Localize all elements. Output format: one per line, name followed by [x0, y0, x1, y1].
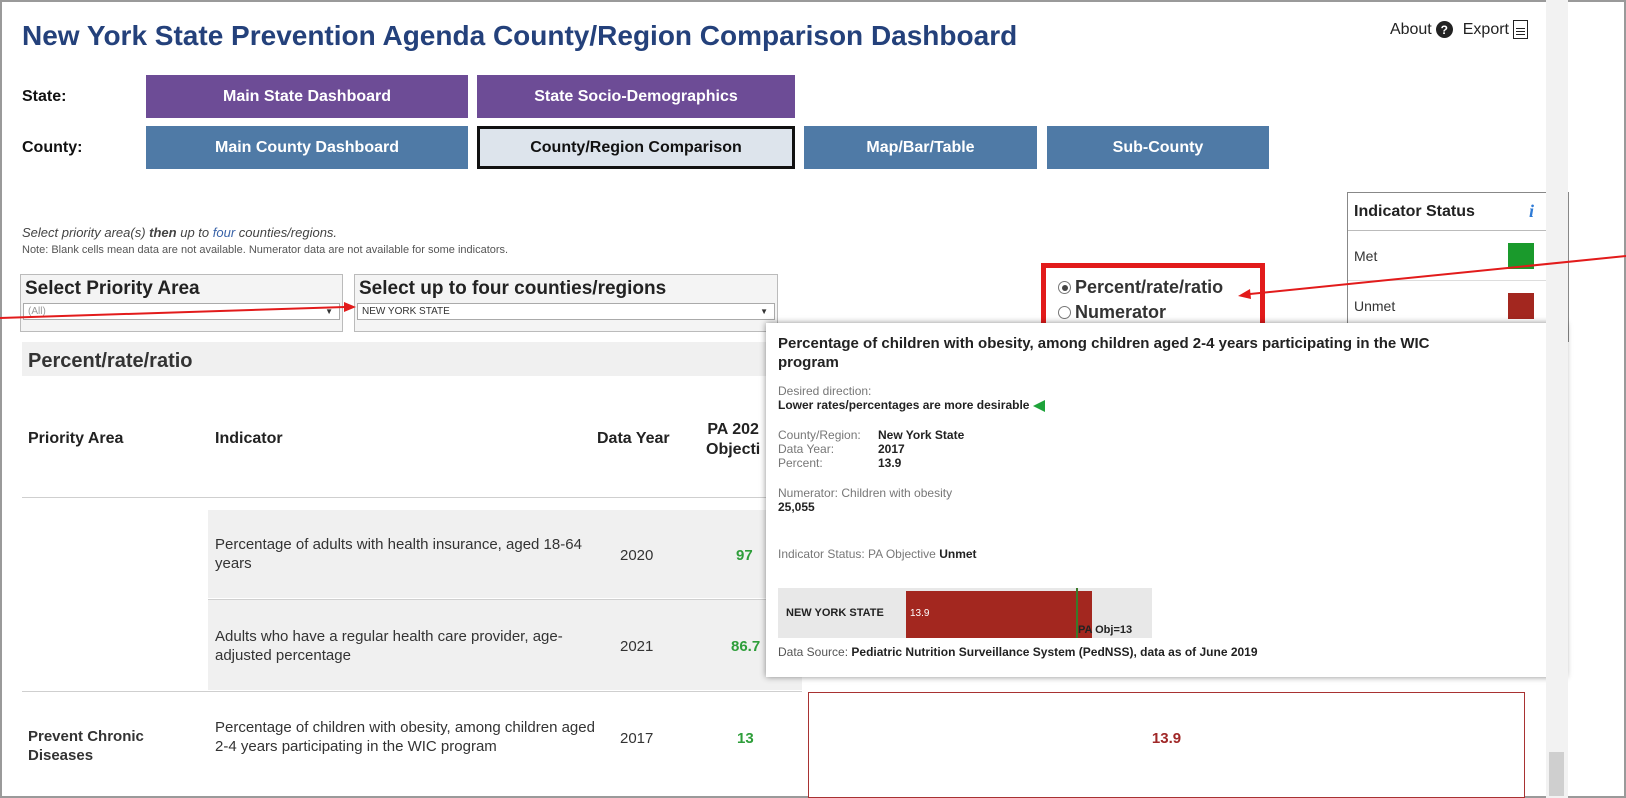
- radio-unselected-icon: [1058, 306, 1071, 319]
- legend-title: Indicator Status: [1354, 202, 1475, 220]
- priority-area-label: Select Priority Area: [25, 278, 200, 299]
- radio-percent-label: Percent/rate/ratio: [1075, 277, 1224, 297]
- instr-then: then: [149, 225, 177, 240]
- export-label: Export: [1462, 20, 1509, 38]
- county-region-comparison-button[interactable]: County/Region Comparison: [477, 126, 795, 169]
- tooltip-numerator-value: 25,055: [778, 500, 815, 514]
- tooltip-direction: Lower rates/percentages are more desirab…: [778, 398, 1554, 412]
- row3-priority-area: Prevent Chronic Diseases: [28, 728, 144, 764]
- sub-county-button[interactable]: Sub-County: [1047, 126, 1269, 169]
- export-link[interactable]: Export: [1463, 20, 1528, 39]
- counties-dropdown[interactable]: NEW YORK STATE ▼: [357, 303, 775, 320]
- chevron-down-icon: ▼: [760, 307, 768, 316]
- legend-item-met: Met: [1348, 231, 1568, 281]
- bar-county-label: NEW YORK STATE: [786, 607, 884, 619]
- counties-filter: Select up to four counties/regions NEW Y…: [354, 274, 778, 332]
- divider: [22, 497, 802, 498]
- row3-year: 2017: [620, 730, 654, 747]
- row1-year: 2020: [620, 547, 654, 564]
- main-county-dashboard-button[interactable]: Main County Dashboard: [146, 126, 468, 169]
- instr-text-3: counties/regions.: [235, 225, 338, 240]
- note-text: Note: Blank cells mean data are not avai…: [22, 244, 509, 256]
- row3-value-cell[interactable]: 13.9: [808, 692, 1525, 798]
- row2-indicator: Adults who have a regular health care pr…: [215, 628, 563, 664]
- tooltip-percent-value: 13.9: [878, 456, 902, 470]
- instr-four: four: [212, 225, 236, 240]
- header-data-year: Data Year: [597, 430, 670, 447]
- instr-text-2: up to: [176, 225, 213, 240]
- divider: [22, 691, 802, 692]
- map-bar-table-button[interactable]: Map/Bar/Table: [804, 126, 1037, 169]
- tooltip-source-value: Pediatric Nutrition Surveillance System …: [851, 645, 1258, 659]
- top-links: About ? Export: [1390, 20, 1528, 39]
- tooltip-direction-value: Lower rates/percentages are more desirab…: [778, 398, 1030, 412]
- county-row-label: County:: [22, 139, 83, 156]
- radio-numerator-label: Numerator: [1075, 302, 1167, 322]
- tooltip-source-prefix: Data Source:: [778, 645, 849, 659]
- legend-header: Indicator Status i: [1348, 193, 1568, 231]
- row2-objective: 86.7: [731, 638, 761, 655]
- counties-label: Select up to four counties/regions: [359, 278, 667, 299]
- radio-selected-icon: [1058, 281, 1071, 294]
- radio-percent[interactable]: Percent/rate/ratio: [1058, 275, 1248, 300]
- legend-label-met: Met: [1354, 247, 1378, 264]
- header-pa-objective: PA 202 Objecti: [706, 421, 761, 458]
- row3-objective: 13: [737, 730, 754, 747]
- scrollbar-thumb[interactable]: [1549, 752, 1564, 796]
- about-link[interactable]: About ?: [1390, 21, 1453, 39]
- tooltip-region-value: New York State: [878, 428, 965, 442]
- met-swatch: [1508, 242, 1534, 269]
- document-icon: [1513, 20, 1528, 39]
- page-title: New York State Prevention Agenda County/…: [22, 20, 1018, 51]
- row3-value: 13.9: [1151, 730, 1182, 747]
- state-row-label: State:: [22, 88, 67, 105]
- row1-objective: 97: [736, 547, 753, 564]
- tooltip-direction-label: Desired direction:: [778, 384, 872, 398]
- instructions: Select priority area(s) then up to four …: [22, 225, 337, 240]
- main-state-dashboard-button[interactable]: Main State Dashboard: [146, 75, 468, 118]
- chevron-down-icon: ▼: [325, 307, 333, 316]
- header-priority-area: Priority Area: [28, 430, 124, 447]
- tooltip-year-key: Data Year:: [778, 442, 835, 456]
- tooltip-region-key: County/Region:: [778, 428, 861, 442]
- bar-value-mark: [906, 591, 1092, 638]
- section-title: Percent/rate/ratio: [22, 342, 802, 376]
- info-icon[interactable]: i: [1529, 201, 1534, 222]
- row2-year: 2021: [620, 638, 654, 655]
- about-label: About: [1389, 20, 1432, 38]
- tooltip-bar-chart: NEW YORK STATE 13.9 PA Obj=13: [778, 588, 1152, 638]
- help-icon: ?: [1435, 21, 1453, 38]
- row1-indicator: Percentage of adults with health insuran…: [215, 536, 582, 572]
- display-mode-radio-group: Percent/rate/ratio Numerator: [1041, 263, 1265, 329]
- priority-area-filter: Select Priority Area (All) ▼: [20, 274, 343, 332]
- tooltip-status-value: Unmet: [939, 547, 977, 561]
- tooltip-source: Data Source: Pediatric Nutrition Surveil…: [778, 645, 1258, 659]
- state-socio-demographics-button[interactable]: State Socio-Demographics: [477, 75, 795, 118]
- direction-arrow-icon: [1033, 399, 1046, 412]
- row3-indicator: Percentage of children with obesity, amo…: [215, 719, 595, 755]
- priority-area-value: (All): [28, 306, 46, 317]
- bar-value-label: 13.9: [910, 608, 930, 619]
- legend-label-unmet: Unmet: [1354, 298, 1396, 314]
- counties-value: NEW YORK STATE: [362, 306, 450, 317]
- tooltip-numerator-label: Numerator: Children with obesity: [778, 486, 953, 500]
- instr-text-1: Select priority area(s): [22, 225, 150, 240]
- tooltip-status: Indicator Status: PA Objective Unmet: [778, 547, 1554, 561]
- priority-area-dropdown[interactable]: (All) ▼: [23, 303, 340, 320]
- objective-label: PA Obj=13: [1078, 624, 1133, 636]
- vertical-scrollbar[interactable]: [1546, 0, 1568, 798]
- header-indicator: Indicator: [215, 430, 283, 447]
- unmet-swatch: [1508, 293, 1534, 319]
- tooltip-year-value: 2017: [878, 442, 905, 456]
- tooltip-status-prefix: Indicator Status: PA Objective: [778, 547, 936, 561]
- indicator-status-legend: Indicator Status i Met Unmet: [1347, 192, 1569, 342]
- tooltip-percent-key: Percent:: [778, 456, 823, 470]
- tooltip-title: Percentage of children with obesity, amo…: [778, 335, 1430, 371]
- radio-numerator[interactable]: Numerator: [1058, 300, 1248, 325]
